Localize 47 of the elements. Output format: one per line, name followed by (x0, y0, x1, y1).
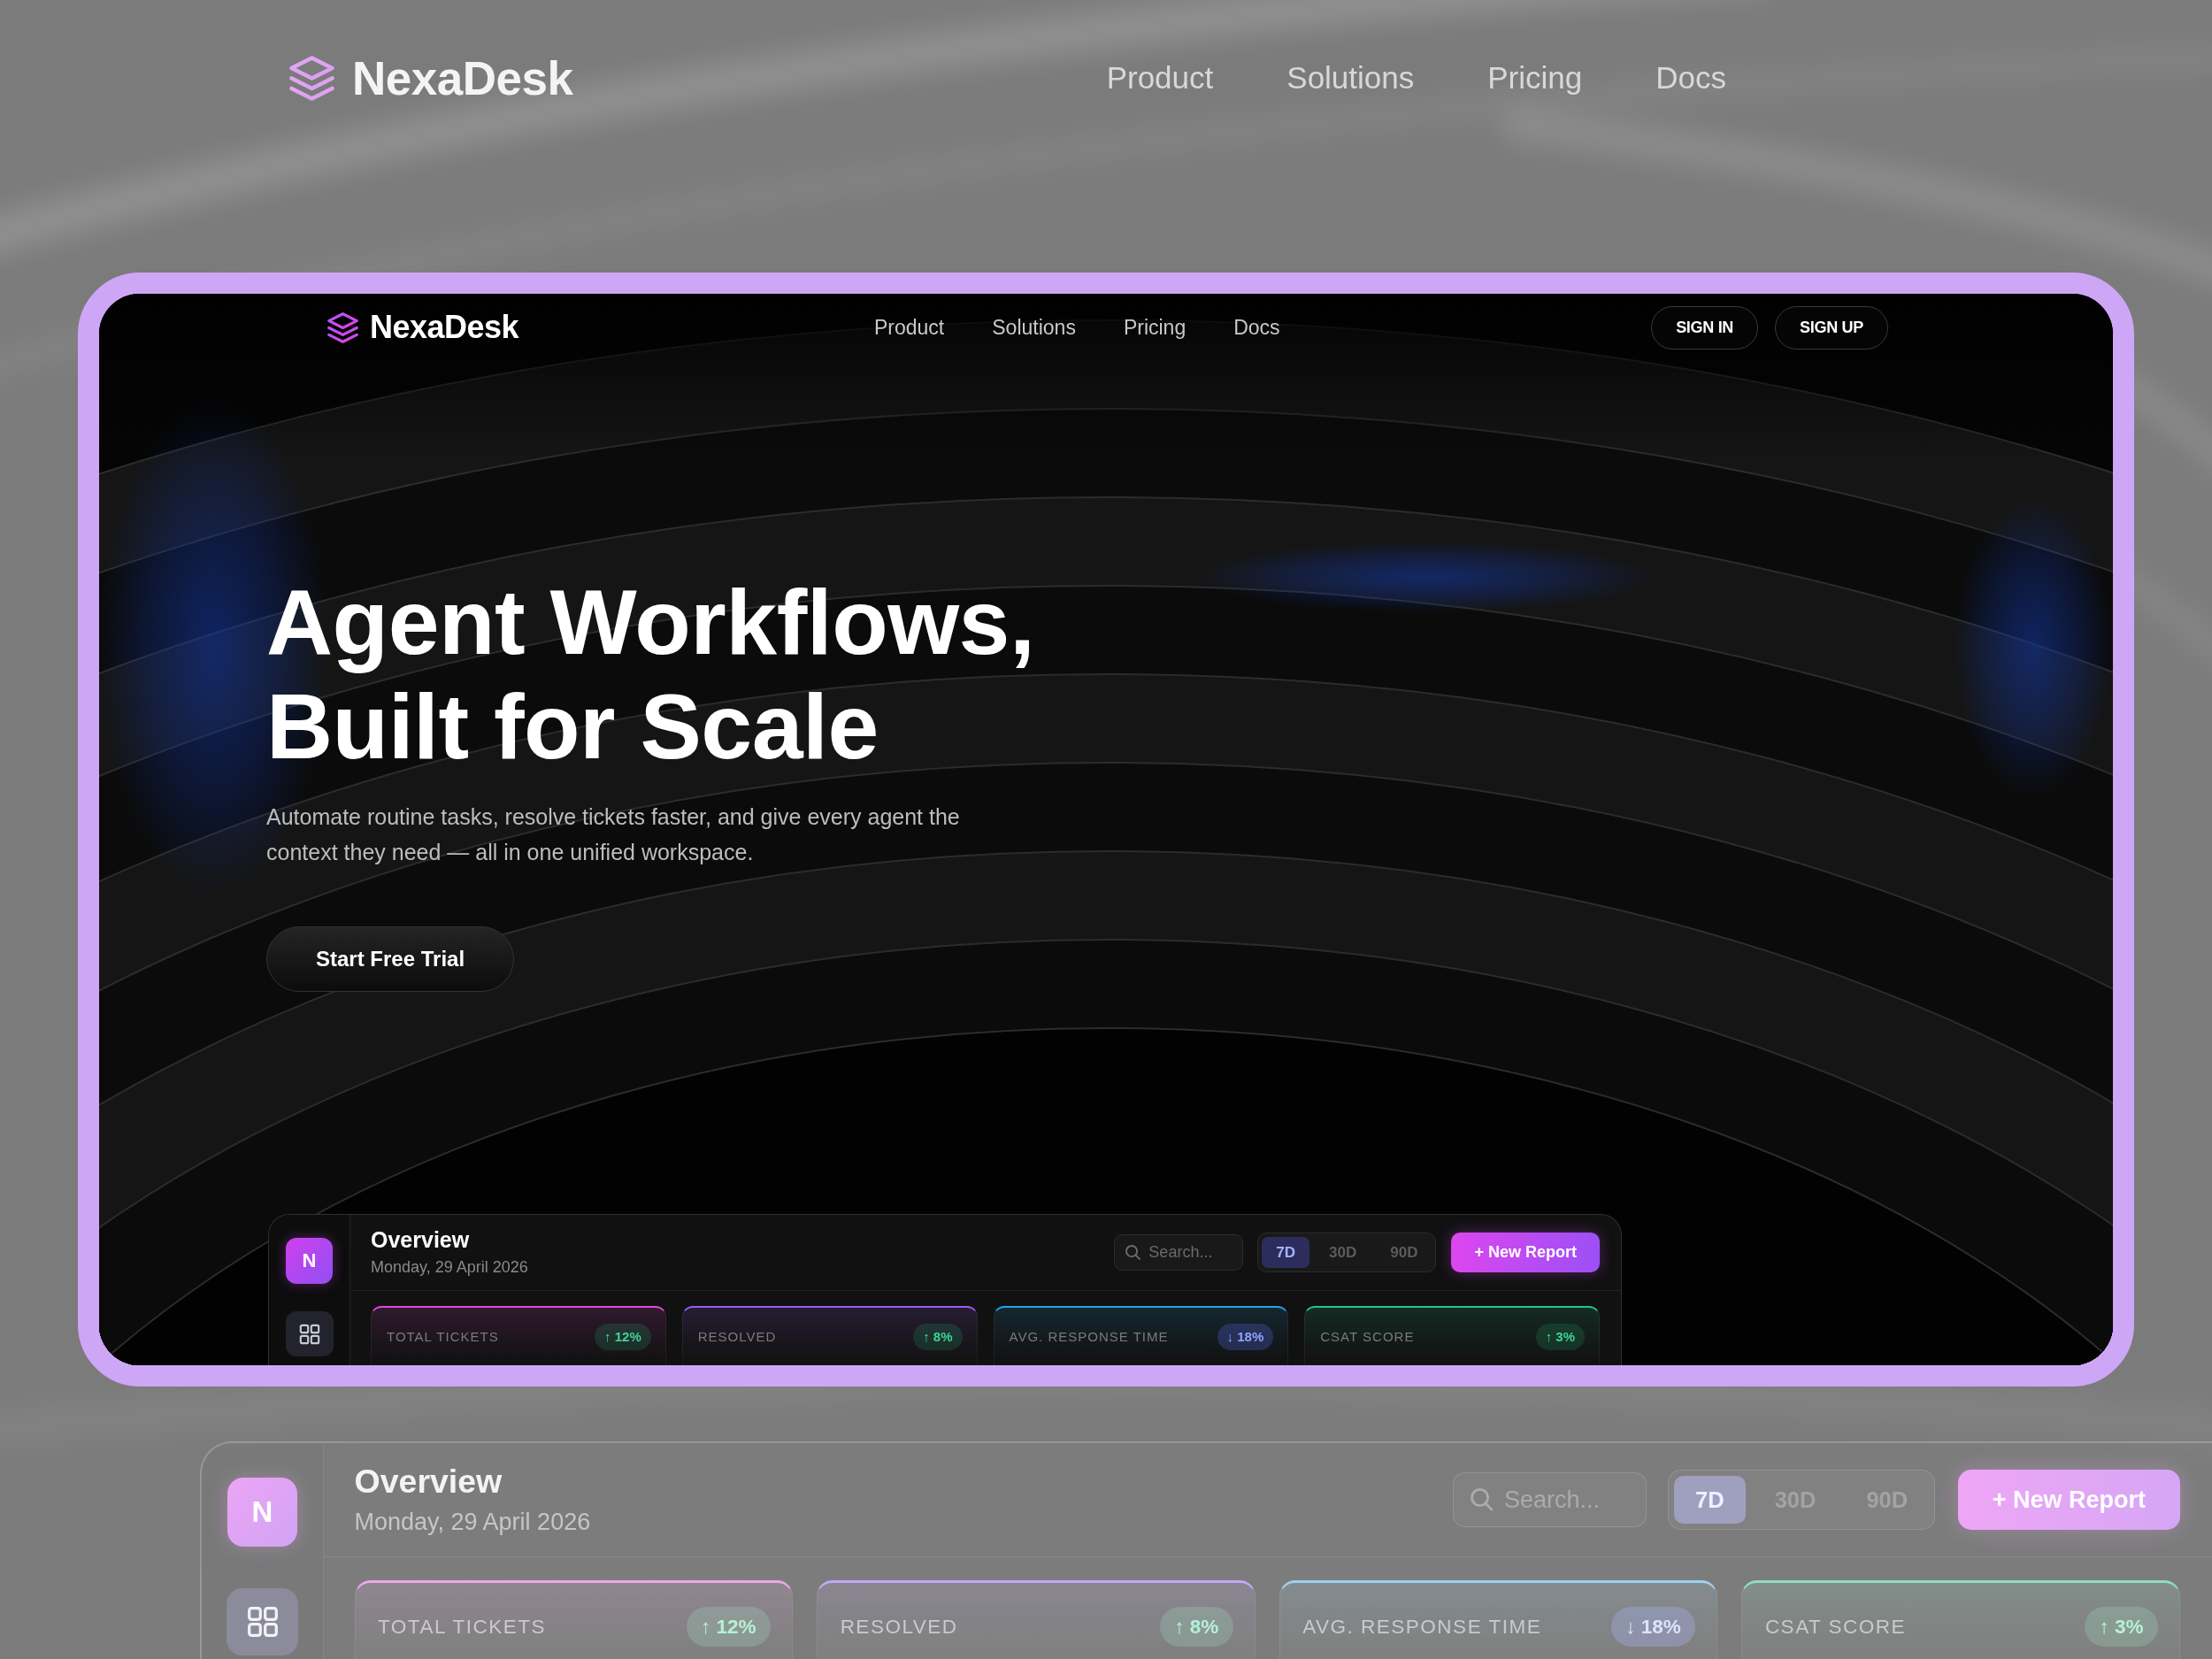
change-badge: ↑ 3% (1535, 1324, 1585, 1350)
stat-label: RESOLVED (697, 1328, 777, 1346)
new-report-button[interactable]: + New Report (1451, 1233, 1600, 1272)
stat-label: CSAT SCORE (1320, 1328, 1415, 1346)
stat-label: TOTAL TICKETS (387, 1328, 499, 1346)
range-tab[interactable]: 7D (1262, 1237, 1310, 1268)
brand-name[interactable]: NexaDesk (352, 50, 573, 105)
range-tab[interactable]: 30D (1315, 1237, 1371, 1268)
search-field[interactable]: Search... (1114, 1234, 1244, 1271)
stat-label: AVG. RESPONSE TIME (1302, 1614, 1542, 1640)
date-text: Monday, 29 April 2026 (354, 1509, 591, 1536)
nav-link[interactable]: Product (1106, 60, 1214, 96)
page-title: Overview (354, 1463, 503, 1501)
change-badge: ↑ 12% (595, 1324, 651, 1350)
stat-label: RESOLVED (840, 1614, 958, 1640)
search-icon (1470, 1488, 1494, 1511)
grid-icon[interactable] (285, 1311, 334, 1356)
layers-icon (289, 55, 334, 101)
nav-link[interactable]: Product (874, 315, 945, 340)
nav-link[interactable]: Docs (1655, 60, 1726, 96)
change-badge: ↑ 3% (2084, 1606, 2158, 1647)
page-title: Overview (371, 1228, 471, 1253)
range-tab[interactable]: 90D (1376, 1237, 1432, 1268)
workspace-avatar[interactable]: N (286, 1238, 333, 1284)
nav-link[interactable]: Pricing (1123, 315, 1187, 340)
date-text: Monday, 29 April 2026 (371, 1258, 528, 1277)
change-badge: ↑ 8% (1159, 1606, 1233, 1647)
search-icon (1125, 1245, 1141, 1260)
stat-label: AVG. RESPONSE TIME (1009, 1328, 1169, 1346)
nav-link[interactable]: Docs (1233, 315, 1280, 340)
new-report-button[interactable]: + New Report (1957, 1470, 2180, 1530)
stat-label: TOTAL TICKETS (378, 1614, 546, 1640)
change-badge: ↑ 8% (913, 1324, 963, 1350)
nav-link[interactable]: Pricing (1487, 60, 1583, 96)
start-trial-button[interactable]: Start Free Trial (266, 926, 515, 992)
hero-subtitle: Automate routine tasks, resolve tickets faster, and give every agent the context they need — all in one unified workspace. (266, 803, 961, 866)
hero-title: Agent Workflows, Built for Scale (266, 570, 1036, 779)
change-badge: ↓ 18% (1610, 1606, 1696, 1647)
nav-link[interactable]: Solutions (1286, 60, 1415, 96)
layers-icon (327, 311, 358, 343)
workspace-avatar[interactable]: N (227, 1478, 298, 1547)
nav-link[interactable]: Solutions (992, 315, 1076, 340)
change-badge: ↓ 18% (1217, 1324, 1274, 1350)
change-badge: ↑ 12% (686, 1606, 772, 1647)
brand-name[interactable]: NexaDesk (370, 309, 519, 346)
stat-label: CSAT SCORE (1764, 1614, 1907, 1640)
range-tab[interactable]: 7D (1674, 1476, 1746, 1524)
